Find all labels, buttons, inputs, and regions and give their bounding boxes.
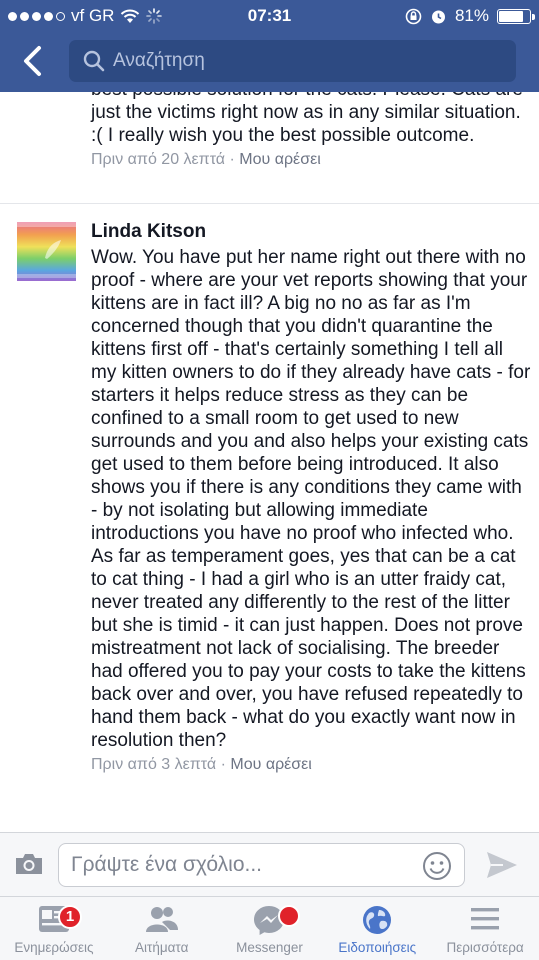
friend-requests-icon (145, 907, 178, 932)
comment-body: Linda Kitson Wow. You have put her name … (91, 220, 531, 774)
comment-timestamp: Πριν από 20 λεπτά (91, 151, 226, 168)
meta-separator: · (220, 756, 231, 773)
rotation-lock-icon (405, 8, 422, 24)
search-input[interactable] (113, 50, 473, 72)
tab-friend-requests[interactable]: Αιτήματα (108, 897, 216, 960)
more-menu-icon (471, 908, 500, 930)
comment-text: Wow. You have put her name right out the… (91, 247, 531, 751)
comment-text: best possible solution for the cats. Ple… (91, 92, 523, 146)
emoji-icon[interactable] (422, 851, 452, 881)
avatar[interactable] (17, 222, 76, 281)
tab-messenger[interactable]: Messenger (216, 897, 324, 960)
comment-timestamp: Πριν από 3 λεπτά (91, 756, 217, 773)
tab-bar: 1 Ενημερώσεις Αιτήματα Messenger Ειδοποι… (0, 896, 539, 960)
alarm-icon (431, 10, 445, 23)
comment-field[interactable] (58, 843, 465, 887)
status-right: 81% (405, 6, 535, 26)
comment-composer (0, 832, 539, 896)
tab-label: Ενημερώσεις (14, 940, 94, 955)
like-link[interactable]: Μου αρέσει (239, 151, 320, 168)
battery-icon (497, 8, 535, 24)
navigation-bar: vf GR 07:31 81% Αναζήτηση (0, 0, 539, 92)
tab-label: Αιτήματα (135, 940, 189, 955)
tab-label: Περισσότερα (446, 940, 524, 955)
battery-percent: 81% (454, 6, 489, 25)
meta-separator: · (229, 151, 240, 168)
comment-meta: Πριν από 20 λεπτά · Μου αρέσει (91, 151, 531, 169)
tab-more[interactable]: Περισσότερα (431, 897, 539, 960)
send-icon[interactable] (485, 850, 519, 880)
globe-icon (363, 906, 392, 934)
divider (0, 203, 539, 204)
status-bar: vf GR 07:31 81% (0, 0, 539, 32)
search-icon (83, 50, 105, 72)
camera-icon[interactable] (14, 852, 44, 876)
notification-badge: 1 (58, 905, 82, 929)
back-arrow-icon[interactable] (18, 44, 46, 78)
comment-author[interactable]: Linda Kitson (91, 220, 531, 244)
tab-news-feed[interactable]: 1 Ενημερώσεις (0, 897, 108, 960)
like-link[interactable]: Μου αρέσει (230, 756, 311, 773)
tab-label: Messenger (236, 940, 303, 955)
tab-notifications[interactable]: Ειδοποιήσεις (323, 897, 431, 960)
comment-meta: Πριν από 3 λεπτά · Μου αρέσει (91, 756, 531, 774)
tab-label: Ειδοποιήσεις (338, 940, 417, 955)
comment: best possible solution for the cats. Ple… (91, 92, 531, 169)
notification-dot (277, 905, 300, 927)
comments-list: best possible solution for the cats. Ple… (0, 92, 539, 832)
search-bar[interactable] (69, 40, 516, 82)
comment-input[interactable] (71, 853, 411, 877)
